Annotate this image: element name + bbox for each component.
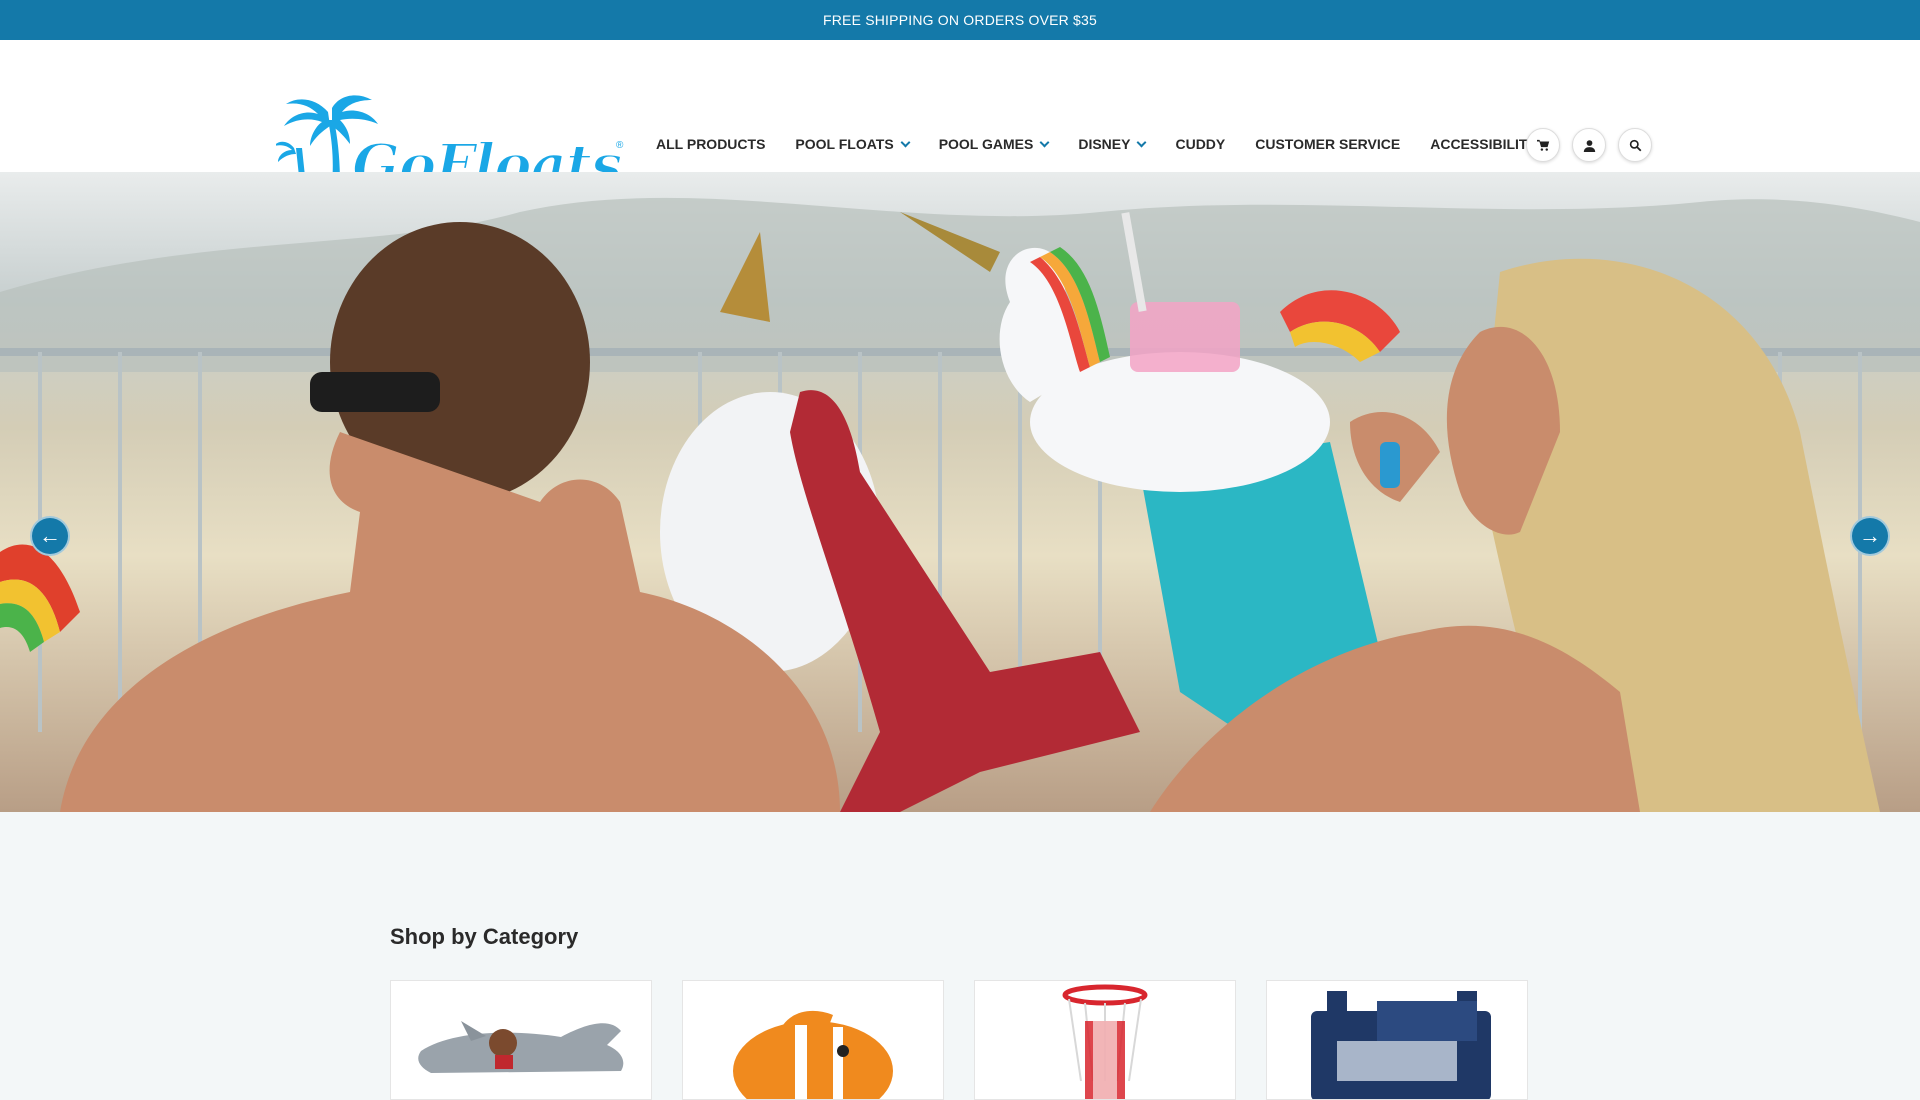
account-button[interactable] (1572, 128, 1606, 162)
chevron-down-icon (1137, 137, 1147, 147)
nav-label: POOL GAMES (938, 136, 1034, 152)
nav-label: CUSTOMER SERVICE (1255, 136, 1401, 152)
shop-by-category-title: Shop by Category (390, 924, 579, 949)
hero-image (0, 197, 1920, 812)
arrow-left-icon: ← (39, 523, 61, 548)
next-slide-button[interactable]: → (1850, 516, 1890, 556)
main-nav: ALL PRODUCTS POOL FLOATS POOL GAMES DISN… (656, 124, 1567, 164)
nav-label: DISNEY (1078, 136, 1131, 152)
category-card-shark-float[interactable] (390, 980, 652, 1100)
category-card-clownfish-float[interactable] (682, 980, 944, 1100)
basketball-hoop-image (1062, 984, 1148, 1099)
chevron-down-icon (1039, 137, 1050, 147)
site-header: GoFloats ® ALL PRODUCTS POOL FLOATS POOL… (0, 40, 1920, 199)
clownfish-float-image (733, 1010, 893, 1099)
announcement-text: FREE SHIPPING ON ORDERS OVER $35 (822, 12, 1098, 28)
nav-label: POOL FLOATS (795, 136, 894, 152)
nav-accessibility[interactable]: ACCESSIBILITY (1430, 136, 1537, 152)
logo-registered-mark: ® (616, 140, 624, 151)
nav-disney[interactable]: DISNEY (1078, 136, 1147, 152)
category-card-cooler[interactable] (1266, 980, 1528, 1100)
header-icon-group (1526, 128, 1652, 162)
prev-slide-button[interactable]: ← (30, 516, 70, 556)
search-icon (1629, 139, 1641, 151)
nav-pool-games[interactable]: POOL GAMES (938, 136, 1050, 152)
announcement-bar: FREE SHIPPING ON ORDERS OVER $35 (0, 0, 1920, 40)
nav-pool-floats[interactable]: POOL FLOATS (795, 136, 911, 152)
chevron-down-icon (900, 137, 911, 147)
search-button[interactable] (1618, 128, 1652, 162)
hero-slideshow[interactable]: ← → (0, 172, 1920, 812)
user-icon (1583, 139, 1595, 152)
category-card-basketball-hoop[interactable] (974, 980, 1236, 1100)
cart-icon (1536, 139, 1549, 151)
nav-customer-service[interactable]: CUSTOMER SERVICE (1255, 136, 1400, 152)
nav-label: ALL PRODUCTS (656, 136, 766, 152)
cart-button[interactable] (1526, 128, 1560, 162)
cooler-image (1311, 991, 1491, 1099)
category-cards (390, 980, 1528, 1100)
arrow-right-icon: → (1859, 523, 1881, 548)
nav-label: CUDDY (1175, 136, 1226, 152)
nav-all-products[interactable]: ALL PRODUCTS (656, 136, 765, 152)
nav-cuddy[interactable]: CUDDY (1175, 136, 1225, 152)
shark-float-image (418, 1021, 624, 1073)
nav-label: ACCESSIBILITY (1430, 136, 1537, 152)
